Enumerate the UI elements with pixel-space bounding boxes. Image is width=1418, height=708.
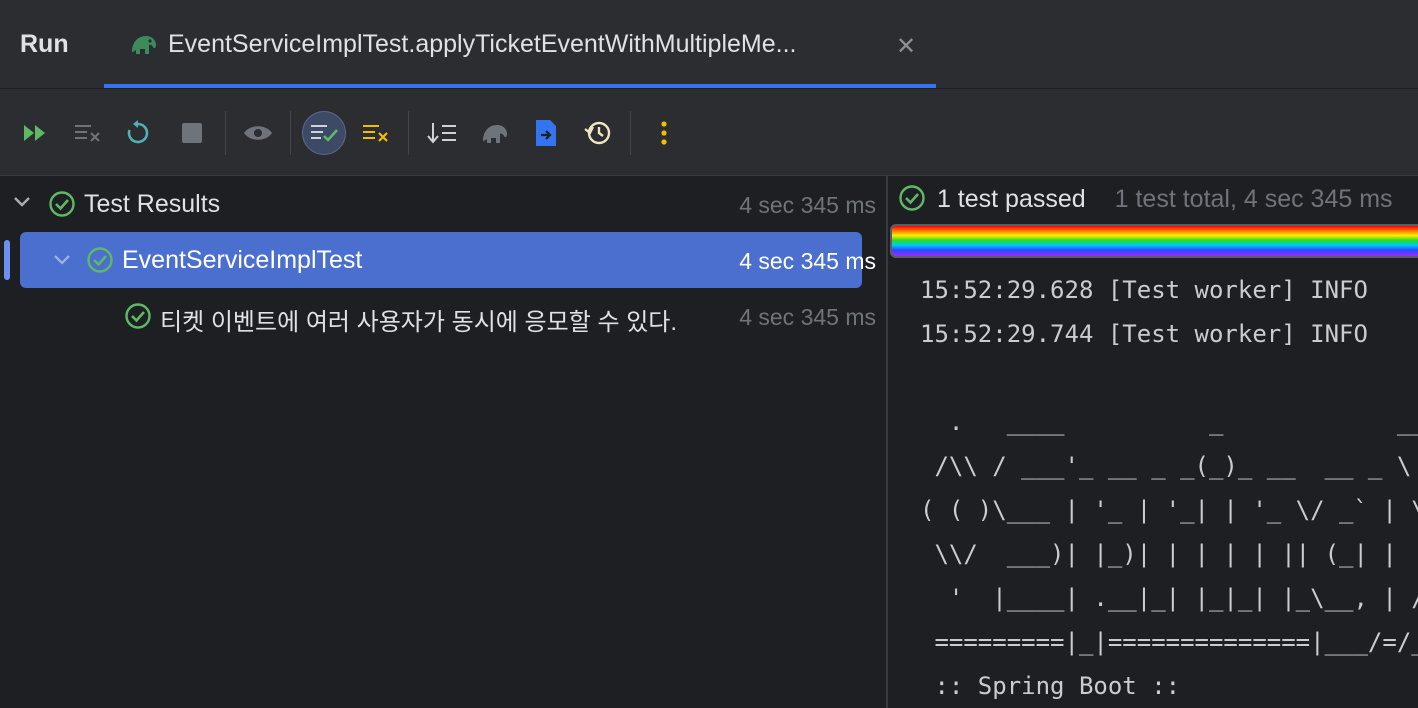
tree-row-root[interactable]: Test Results 4 sec 345 ms <box>0 176 886 232</box>
show-passed-icon[interactable] <box>302 111 346 155</box>
console-line: 15:52:29.628 [Test worker] INFO <box>920 276 1368 304</box>
clear-icon[interactable] <box>68 113 108 153</box>
sort-icon[interactable] <box>422 113 462 153</box>
close-icon[interactable]: ✕ <box>896 32 916 61</box>
passed-check-icon <box>86 246 114 279</box>
console-line: \\/ ___)| |_)| | | | | || (_| | ) ) ) ) <box>934 540 1397 568</box>
tree-class-label: EventServiceImplTest <box>122 246 363 274</box>
tree-row-class[interactable]: EventServiceImplTest 4 sec 345 ms <box>20 232 876 288</box>
run-config-tab-title[interactable]: EventServiceImplTest.applyTicketEventWit… <box>168 30 796 59</box>
stop-icon[interactable] <box>172 113 212 153</box>
tree-class-duration: 4 sec 345 ms <box>739 248 876 274</box>
console-line: :: Spring Boot :: <box>920 672 1181 700</box>
passed-count: 1 test passed <box>936 185 1086 213</box>
progress-bar <box>890 224 1418 258</box>
tool-window-header: Run EventServiceImplTest.applyTicketEven… <box>0 0 1418 89</box>
toolbar-separator <box>290 111 291 155</box>
passed-check-icon <box>898 184 926 219</box>
test-summary: 1 test total, 4 sec 345 ms <box>1114 185 1393 213</box>
selection-marker <box>4 240 10 280</box>
passed-check-icon <box>48 190 76 223</box>
toolbar-separator <box>630 111 631 155</box>
rerun-icon[interactable] <box>118 113 158 153</box>
tree-root-duration: 4 sec 345 ms <box>739 192 876 218</box>
run-tool-window-title: Run <box>20 30 69 58</box>
tree-test-duration: 4 sec 345 ms <box>739 304 876 330</box>
console-line: ' |____| .__|_| |_|_| |_\__, | / / / / <box>948 584 1418 612</box>
gradle-icon[interactable] <box>474 113 514 153</box>
console-line: . ____ _ __ _ _ <box>948 408 1418 436</box>
console-line: /\\ / ___'_ __ _ _(_)_ __ __ _ \ \ \ \ <box>934 452 1412 480</box>
tree-row-test[interactable]: 티켓 이벤트에 여러 사용자가 동시에 응모할 수 있다. 4 sec 345 … <box>0 288 886 344</box>
rerun-failed-icon[interactable] <box>16 113 56 153</box>
export-icon[interactable] <box>526 113 566 153</box>
more-icon[interactable] <box>644 113 684 153</box>
toolbar-separator <box>225 111 226 155</box>
console-output[interactable]: 15:52:29.628 [Test worker] INFO 15:52:29… <box>920 268 1418 708</box>
passed-check-icon <box>124 302 152 335</box>
tree-root-label: Test Results <box>84 190 221 218</box>
console-line: =========|_|==============|___/=/_/_/_/ <box>934 628 1418 656</box>
toolbar-separator <box>408 111 409 155</box>
run-toolbar <box>0 89 1418 176</box>
console-line: ( ( )\___ | '_ | '_| | '_ \/ _` | \ \ \ … <box>920 496 1418 524</box>
console-line: 15:52:29.744 [Test worker] INFO <box>920 320 1368 348</box>
gradle-elephant-icon <box>128 30 158 63</box>
console-pane: 1 test passed 1 test total, 4 sec 345 ms… <box>888 176 1418 708</box>
show-ignored-icon[interactable] <box>356 113 396 153</box>
test-status-bar: 1 test passed 1 test total, 4 sec 345 ms <box>898 184 1393 219</box>
test-tree: Test Results 4 sec 345 ms EventServiceIm… <box>0 176 886 708</box>
active-tab-indicator <box>104 84 936 88</box>
tree-test-label: 티켓 이벤트에 여러 사용자가 동시에 응모할 수 있다. <box>160 309 678 336</box>
chevron-down-icon[interactable] <box>12 192 32 217</box>
chevron-down-icon[interactable] <box>52 250 72 275</box>
eye-icon[interactable] <box>238 113 278 153</box>
history-icon[interactable] <box>578 113 618 153</box>
